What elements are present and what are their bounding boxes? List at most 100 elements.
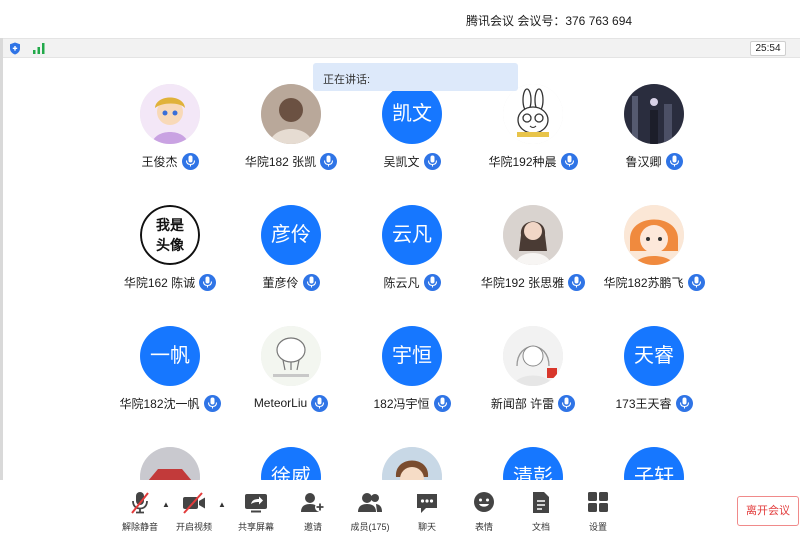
members-label: 成员(175) (350, 522, 390, 532)
mic-icon (199, 273, 217, 291)
sketch-avatar-icon (261, 326, 321, 386)
participant-name: 董彦伶 (262, 275, 299, 290)
video-options-caret-icon[interactable]: ▲ (218, 500, 226, 509)
signal-strength-icon[interactable] (32, 42, 46, 55)
emoji-label: 表情 (474, 522, 493, 532)
members-button[interactable]: 成员(175) (342, 490, 398, 534)
docs-button[interactable]: 文档 (513, 490, 569, 534)
emoji-face-icon (474, 492, 494, 512)
participant-avatar: 徐威 (261, 447, 321, 480)
meeting-title: 腾讯会议 会议号：376 763 694 (466, 14, 633, 28)
portrait-avatar-icon (503, 205, 563, 265)
participant-avatar: 凯文 (382, 84, 442, 144)
participant-name: 王俊杰 (141, 154, 178, 169)
meeting-window: 腾讯会议 会议号：376 763 694 25:54 王俊杰 华院182 张凯 凯文… (0, 0, 800, 539)
participant-tile[interactable]: 一帆 华院182沈一帆 (100, 302, 240, 412)
emoji-button[interactable]: 表情 (456, 490, 512, 534)
participant-tile[interactable]: 宇恒 182冯宇恒 (342, 302, 482, 412)
boy-avatar-icon (382, 447, 442, 480)
participant-tile[interactable]: 华院182苏鹏飞 (584, 181, 724, 291)
participant-name: MeteorLiu (253, 396, 308, 410)
rabbit-avatar-icon (503, 84, 563, 144)
anime-avatar-icon (624, 205, 684, 265)
unmute-label: 解除静音 (121, 522, 158, 532)
participant-tile[interactable] (342, 423, 482, 480)
leave-meeting-button[interactable]: 离开会议 (737, 496, 799, 526)
mic-icon (423, 273, 441, 291)
participant-tile[interactable]: 徐威 (221, 423, 361, 480)
mic-icon (568, 273, 586, 291)
drawing-avatar-icon (503, 326, 563, 386)
participant-name: 陈云凡 (383, 275, 420, 290)
participant-tile[interactable]: 彦伶 董彦伶 (221, 181, 361, 291)
avatar-art-text: 我是头像 (156, 217, 184, 253)
participant-name-row: 华院182沈一帆 (100, 394, 240, 412)
participant-tile[interactable]: MeteorLiu (221, 302, 361, 412)
participant-tile[interactable]: 子轩 (584, 423, 724, 480)
participant-name-row: 华院182苏鹏飞 (584, 273, 724, 291)
participant-tile[interactable]: 新闻部 许雷 (463, 302, 603, 412)
participant-avatar: 天睿 (624, 326, 684, 386)
mic-icon (181, 152, 199, 170)
invite-label: 邀请 (303, 522, 322, 532)
participant-name: 吴凯文 (383, 154, 420, 169)
invite-button[interactable]: 邀请 (285, 490, 341, 534)
participant-name-row: 陈云凡 (342, 273, 482, 291)
start-video-button[interactable]: 开启视频 (166, 490, 222, 534)
participant-tile[interactable]: 天睿 173王天睿 (584, 302, 724, 412)
document-icon (533, 492, 549, 513)
participant-tile[interactable]: 华院192 张思雅 (463, 181, 603, 291)
participant-name-row: 173王天睿 (584, 394, 724, 412)
participant-tile[interactable]: 王俊杰 (100, 60, 240, 170)
chat-bubble-icon (417, 494, 437, 513)
invite-user-icon (301, 493, 325, 512)
participant-tile[interactable] (100, 423, 240, 480)
participant-name-row: 华院182 张凯 (221, 152, 361, 170)
participant-name: 新闻部 许雷 (490, 396, 555, 411)
muted-mic-icon (131, 492, 149, 514)
mic-icon (302, 273, 320, 291)
participant-tile[interactable]: 云凡 陈云凡 (342, 181, 482, 291)
participant-name: 华院192种晨 (488, 154, 557, 169)
cartoon-avatar-icon (140, 84, 200, 144)
share-screen-button[interactable]: 共享屏幕 (228, 490, 284, 534)
speaking-label: 正在讲话: (323, 74, 371, 86)
settings-grid-icon (588, 492, 608, 512)
start-video-label: 开启视频 (175, 522, 212, 532)
participant-name: 鲁汉卿 (625, 154, 662, 169)
settings-button[interactable]: 设置 (570, 490, 626, 534)
chat-label: 聊天 (417, 522, 436, 532)
share-screen-label: 共享屏幕 (237, 522, 274, 532)
mic-icon (675, 394, 693, 412)
text-avatar-icon: 我是头像 (140, 205, 200, 265)
participant-name-row: 鲁汉卿 (584, 152, 724, 170)
participant-grid: 王俊杰 华院182 张凯 凯文 吴凯文 华院192种晨 鲁汉卿 我是头像 华院162 陈诚 彦伶… (0, 60, 800, 480)
participant-tile[interactable]: 鲁汉卿 (584, 60, 724, 170)
participant-avatar: 宇恒 (382, 326, 442, 386)
participant-name: 华院182 张凯 (244, 154, 317, 169)
participant-name: 173王天睿 (615, 396, 672, 411)
participant-tile[interactable]: 清彭 (463, 423, 603, 480)
status-bar: 25:54 (0, 38, 800, 58)
members-icon (358, 493, 382, 512)
unmute-button[interactable]: 解除静音 (112, 490, 168, 534)
participant-avatar: 云凡 (382, 205, 442, 265)
speaking-banner: 正在讲话: (313, 63, 518, 91)
mic-icon (687, 273, 705, 291)
photo-avatar-icon (261, 84, 321, 144)
video-off-icon (183, 492, 205, 514)
shield-icon[interactable] (9, 42, 21, 55)
participant-avatar: 彦伶 (261, 205, 321, 265)
settings-label: 设置 (588, 522, 607, 532)
participant-name-row: 182冯宇恒 (342, 394, 482, 412)
meeting-timer: 25:54 (750, 41, 786, 56)
mic-icon (665, 152, 683, 170)
participant-name-row: 新闻部 许雷 (463, 394, 603, 412)
participant-name-row: 董彦伶 (221, 273, 361, 291)
participant-name-row: 华院192种晨 (463, 152, 603, 170)
participant-name-row: 华院192 张思雅 (463, 273, 603, 291)
chat-button[interactable]: 聊天 (399, 490, 455, 534)
participant-name: 华院162 陈诚 (123, 275, 196, 290)
mic-icon (560, 152, 578, 170)
participant-tile[interactable]: 我是头像华院162 陈诚 (100, 181, 240, 291)
